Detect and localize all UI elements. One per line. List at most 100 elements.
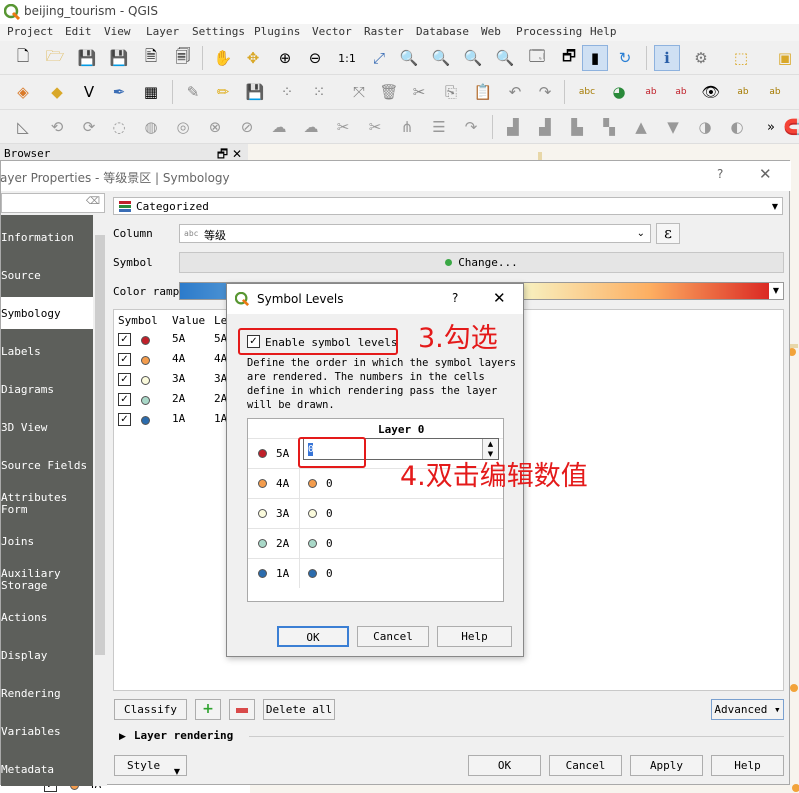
refresh-icon[interactable]: ↻ xyxy=(612,45,638,71)
vertex-tool-icon[interactable]: ⁙ xyxy=(306,79,332,105)
offset-curve-icon[interactable]: ☁ xyxy=(298,114,324,140)
level-value-cell[interactable]: 0 xyxy=(326,567,333,580)
category-checkbox[interactable]: ✓ xyxy=(118,373,131,386)
sidebar-item-joins[interactable]: Joins xyxy=(1,536,93,548)
layout-manager-icon[interactable]: 🗐 xyxy=(170,45,196,71)
merge-features-icon[interactable]: ⋔ xyxy=(394,114,420,140)
table-row[interactable]: ✓ 2A 2A xyxy=(114,390,234,410)
rotate-label-icon[interactable]: ab xyxy=(762,79,788,105)
help-icon[interactable]: ? xyxy=(452,291,458,305)
annotation-text-icon[interactable]: ◐ xyxy=(724,114,750,140)
table-row[interactable]: ✓ 1A 1A xyxy=(114,410,234,430)
new-print-layout-icon[interactable]: 🗎 xyxy=(138,45,164,71)
sidebar-item-metadata[interactable]: Metadata xyxy=(1,764,93,776)
category-symbol-swatch[interactable] xyxy=(141,356,150,365)
new-3d-map-icon[interactable]: 🗗 xyxy=(556,45,582,71)
merge-attributes-icon[interactable]: ☰ xyxy=(426,114,452,140)
remove-category-button[interactable] xyxy=(229,699,255,720)
cut-features-icon[interactable]: ✂ xyxy=(406,79,432,105)
help-button[interactable]: Help xyxy=(437,626,512,647)
annotation-line-icon[interactable]: ▼ xyxy=(660,114,686,140)
add-part-icon[interactable]: ◍ xyxy=(138,114,164,140)
apply-button[interactable]: Apply xyxy=(630,755,703,776)
sidebar-scrollbar[interactable] xyxy=(93,215,107,786)
table-row[interactable]: ✓ 3A 3A xyxy=(114,370,234,390)
magnet-icon[interactable]: 🧲 xyxy=(780,114,799,140)
temporal-controller-icon[interactable]: ▮ xyxy=(582,45,608,71)
category-checkbox[interactable]: ✓ xyxy=(118,393,131,406)
level-value-cell[interactable]: 0 xyxy=(326,537,333,550)
help-button[interactable]: Help xyxy=(711,755,784,776)
reshape-icon[interactable]: ☁ xyxy=(266,114,292,140)
zoom-layer-icon[interactable]: 🔍 xyxy=(428,45,454,71)
sidebar-item-variables[interactable]: Variables xyxy=(1,726,93,738)
sidebar-item-actions[interactable]: Actions xyxy=(1,612,93,624)
advanced-button[interactable]: Advanced ▾ xyxy=(711,699,784,720)
sidebar-item-display[interactable]: Display xyxy=(1,650,93,662)
category-symbol-swatch[interactable] xyxy=(141,396,150,405)
close-icon[interactable]: ✕ xyxy=(759,165,772,183)
advanced-digitize-icon[interactable]: ◺ xyxy=(10,114,36,140)
menu-view[interactable]: View xyxy=(104,25,131,38)
zoom-in-icon[interactable]: ⊕ xyxy=(272,45,298,71)
save-as-icon[interactable]: 💾 xyxy=(106,45,132,71)
category-symbol-swatch[interactable] xyxy=(141,376,150,385)
sidebar-item-source[interactable]: Source xyxy=(1,270,93,282)
pan-to-selection-icon[interactable]: ✥ xyxy=(240,45,266,71)
edit-icon[interactable]: ✎ xyxy=(180,79,206,105)
delete-all-button[interactable]: Delete all xyxy=(263,699,335,720)
ok-button[interactable]: OK xyxy=(468,755,541,776)
new-map-view-icon[interactable]: 🗔 xyxy=(524,45,550,71)
zoom-full-icon[interactable]: ⤢ xyxy=(366,45,392,71)
ok-button[interactable]: OK xyxy=(277,626,349,647)
delete-ring-icon[interactable]: ⊗ xyxy=(202,114,228,140)
sidebar-item-auxiliary-storage[interactable]: Auxiliary Storage xyxy=(1,568,71,592)
sidebar-item-rendering[interactable]: Rendering xyxy=(1,688,93,700)
rotate-symbols-icon[interactable]: ↷ xyxy=(458,114,484,140)
category-checkbox[interactable]: ✓ xyxy=(118,333,131,346)
category-checkbox[interactable]: ✓ xyxy=(118,413,131,426)
mesh-edit-icon[interactable]: ▟ xyxy=(532,114,558,140)
change-symbol-button[interactable]: Change... xyxy=(179,252,784,273)
table-row[interactable]: 2A 0 xyxy=(248,528,503,558)
undo-icon[interactable]: ↶ xyxy=(502,79,528,105)
style-button[interactable]: Style ▼ xyxy=(114,755,187,776)
add-category-button[interactable]: + xyxy=(195,699,221,720)
menu-processing[interactable]: Processing xyxy=(516,25,582,38)
annotation-poly-icon[interactable]: ◑ xyxy=(692,114,718,140)
copy-features-icon[interactable]: ⎘ xyxy=(438,79,464,105)
highlight-labels-icon[interactable]: ab xyxy=(638,79,664,105)
modify-attributes-icon[interactable]: ⤧ xyxy=(346,79,372,105)
mesh-select-icon[interactable]: ▚ xyxy=(596,114,622,140)
menu-web[interactable]: Web xyxy=(481,25,501,38)
identify-features-icon[interactable]: ℹ xyxy=(654,45,680,71)
chevron-down-icon[interactable]: ▼ xyxy=(769,283,783,299)
category-symbol-swatch[interactable] xyxy=(141,336,150,345)
cancel-button[interactable]: Cancel xyxy=(357,626,429,647)
save-edits-icon[interactable]: 💾 xyxy=(242,79,268,105)
select-value-icon[interactable]: ▣ xyxy=(772,45,798,71)
menu-edit[interactable]: Edit xyxy=(65,25,92,38)
help-icon[interactable]: ? xyxy=(717,167,723,181)
zoom-native-icon[interactable]: 1:1 xyxy=(334,45,360,71)
action-gear-icon[interactable]: ⚙ xyxy=(688,45,714,71)
zoom-next-icon[interactable]: 🔍 xyxy=(492,45,518,71)
menu-plugins[interactable]: Plugins xyxy=(254,25,300,38)
save-project-icon[interactable]: 💾 xyxy=(74,45,100,71)
renderer-type-select[interactable]: Categorized ▼ xyxy=(113,197,783,215)
show-hide-labels-icon[interactable]: 👁 xyxy=(698,79,724,105)
paste-features-icon[interactable]: 📋 xyxy=(470,79,496,105)
split-parts-icon[interactable]: ✂ xyxy=(362,114,388,140)
category-symbol-swatch[interactable] xyxy=(141,416,150,425)
sidebar-item-source-fields[interactable]: Source Fields xyxy=(1,460,93,472)
pan-icon[interactable]: ✋ xyxy=(210,45,236,71)
split-features-icon[interactable]: ✂ xyxy=(330,114,356,140)
select-features-icon[interactable]: ⬚ xyxy=(728,45,754,71)
move-label-icon[interactable]: ab xyxy=(730,79,756,105)
sidebar-scroll-thumb[interactable] xyxy=(95,235,105,655)
category-checkbox[interactable]: ✓ xyxy=(118,353,131,366)
column-select[interactable]: abc 等级 ⌄ xyxy=(179,224,651,243)
toggle-editing-icon[interactable]: ✏ xyxy=(210,79,236,105)
menu-layer[interactable]: Layer xyxy=(146,25,179,38)
sidebar-item-labels[interactable]: Labels xyxy=(1,346,93,358)
